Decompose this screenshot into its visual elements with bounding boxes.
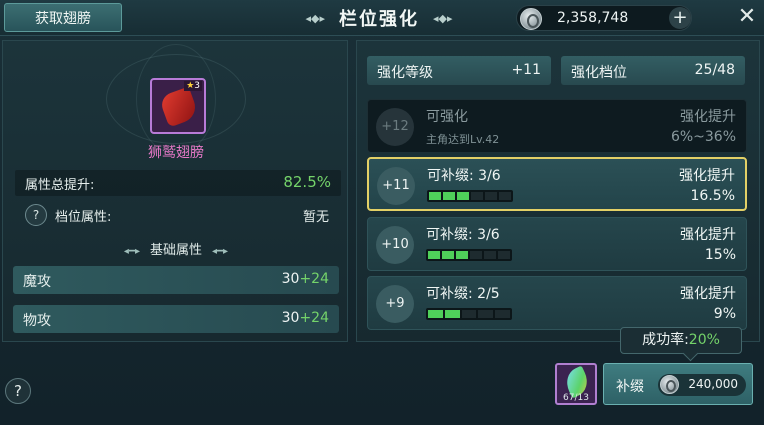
star-level-badge: ★3 xyxy=(184,81,202,91)
wing-icon xyxy=(158,86,200,128)
progress-segment xyxy=(484,251,496,259)
currency-display: 2,358,748 + xyxy=(516,5,692,31)
material-count: 67/13 xyxy=(563,393,589,403)
total-boost-value: 82.5% xyxy=(283,173,331,191)
title-left-ornament-icon: ◂◆▸ xyxy=(305,11,325,25)
repair-cost: 240,000 xyxy=(658,374,746,396)
help-button[interactable]: ? xyxy=(5,378,31,404)
tier-title: 可补缀: 2/5 xyxy=(426,286,500,302)
success-rate-label: 成功率: xyxy=(642,332,689,348)
tier-progress-bar xyxy=(426,308,512,320)
tier-title: 可补缀: 3/6 xyxy=(426,227,500,243)
header-right-ornament-icon: ◂━▸ xyxy=(212,246,229,257)
tier-progress-bar xyxy=(426,249,512,261)
tier-bonus-value: 15% xyxy=(704,247,736,263)
progress-segment xyxy=(478,310,494,318)
progress-segment xyxy=(495,310,510,318)
total-boost-label: 属性总提升: xyxy=(25,178,95,193)
enhance-level-value: +11 xyxy=(511,62,541,78)
tier-title: 可补缀: 3/6 xyxy=(427,168,501,184)
progress-segment xyxy=(485,192,497,200)
slot-attribute-value: 暂无 xyxy=(302,210,329,225)
tier-level-badge: +11 xyxy=(377,167,415,205)
tier-title: 可强化 xyxy=(426,109,468,125)
progress-segment xyxy=(442,251,454,259)
attribute-base-value: 30 xyxy=(281,310,300,326)
tier-bonus-value: 6%~36% xyxy=(670,129,736,145)
progress-segment xyxy=(498,251,510,259)
tier-bonus-label: 强化提升 xyxy=(680,227,736,243)
slot-attribute-label: 档位属性: xyxy=(55,210,112,225)
title-area: ◂◆▸ 栏位强化 ◂◆▸ xyxy=(296,4,462,32)
success-rate-value: 20% xyxy=(688,332,720,348)
base-attribute-row: 物攻 30+24 xyxy=(13,305,339,333)
progress-segment xyxy=(444,310,460,318)
enhance-panel: 强化等级 +11 强化档位 25/48 +12 可强化 主角达到Lv.42 强化… xyxy=(356,40,760,342)
tier-requirement: 主角达到Lv.42 xyxy=(426,133,500,146)
enhance-level-box: 强化等级 +11 xyxy=(367,56,551,85)
tier-bonus-label: 强化提升 xyxy=(680,286,736,302)
base-attributes-header: ◂━▸ 基础属性 ◂━▸ xyxy=(3,239,349,258)
progress-segment xyxy=(471,192,483,200)
attribute-base-value: 30 xyxy=(281,271,300,287)
enhance-window: 获取翅膀 ◂◆▸ 栏位强化 ◂◆▸ 2,358,748 + ✕ ★3 狮鹫翅膀 … xyxy=(0,0,764,425)
material-slot[interactable]: 67/13 xyxy=(555,363,597,405)
star-count: 3 xyxy=(194,81,200,91)
currency-value: 2,358,748 xyxy=(557,10,629,26)
attribute-bonus-value: +24 xyxy=(299,310,329,326)
page-title: 栏位强化 xyxy=(339,9,419,30)
wing-item-slot[interactable]: ★3 xyxy=(150,78,206,134)
tier-progress-bar xyxy=(427,190,513,202)
item-name: 狮鹫翅膀 xyxy=(148,145,204,161)
tier-bonus-label: 强化提升 xyxy=(680,109,736,125)
enhance-slot-label: 强化档位 xyxy=(571,65,627,81)
attribute-value: 30+24 xyxy=(282,271,329,287)
attribute-bonus-value: +24 xyxy=(299,271,329,287)
progress-segment xyxy=(457,192,469,200)
tier-bonus-label: 强化提升 xyxy=(679,168,735,184)
repair-label: 补缀 xyxy=(616,379,644,395)
progress-segment xyxy=(428,310,443,318)
total-boost-row: 属性总提升: 82.5% xyxy=(15,170,341,196)
header-left-ornament-icon: ◂━▸ xyxy=(123,246,140,257)
close-button[interactable]: ✕ xyxy=(734,4,760,30)
silver-coin-icon xyxy=(520,8,542,30)
progress-segment xyxy=(456,251,468,259)
title-right-ornament-icon: ◂◆▸ xyxy=(433,11,453,25)
enhance-slot-box: 强化档位 25/48 xyxy=(561,56,745,85)
progress-segment xyxy=(461,310,477,318)
slot-attribute-icon[interactable]: ? xyxy=(25,204,47,226)
attribute-name: 魔攻 xyxy=(23,274,51,290)
tier-level-badge: +10 xyxy=(376,226,414,264)
tier-bonus-value: 16.5% xyxy=(690,188,735,204)
tier-level-badge: +12 xyxy=(376,108,414,146)
get-wings-button[interactable]: 获取翅膀 xyxy=(4,3,122,32)
tier-row-selected[interactable]: +11 可补缀: 3/6 强化提升 16.5% xyxy=(367,157,747,211)
tier-row[interactable]: +10 可补缀: 3/6 强化提升 15% xyxy=(367,217,747,271)
top-bar: 获取翅膀 ◂◆▸ 栏位强化 ◂◆▸ 2,358,748 + ✕ xyxy=(0,0,764,36)
enhance-level-label: 强化等级 xyxy=(377,65,433,81)
attribute-value: 30+24 xyxy=(282,310,329,326)
silver-coin-icon xyxy=(660,375,679,394)
repair-button[interactable]: 补缀 240,000 xyxy=(603,363,753,405)
base-attribute-row: 魔攻 30+24 xyxy=(13,266,339,294)
progress-segment xyxy=(470,251,482,259)
add-currency-button[interactable]: + xyxy=(669,7,691,29)
progress-segment xyxy=(499,192,511,200)
item-info-panel: ★3 狮鹫翅膀 属性总提升: 82.5% ? 档位属性: 暂无 ◂━▸ 基础属性 ◂… xyxy=(2,40,348,342)
enhance-slot-value: 25/48 xyxy=(694,62,735,78)
tier-row[interactable]: +9 可补缀: 2/5 强化提升 9% xyxy=(367,276,747,330)
tier-bonus-value: 9% xyxy=(713,306,736,322)
success-rate-tooltip: 成功率:20% xyxy=(620,327,742,354)
base-attributes-title: 基础属性 xyxy=(149,243,202,258)
tier-row-locked[interactable]: +12 可强化 主角达到Lv.42 强化提升 6%~36% xyxy=(367,99,747,153)
slot-attribute-row[interactable]: ? 档位属性: 暂无 xyxy=(15,202,341,228)
progress-segment xyxy=(429,192,441,200)
repair-cost-value: 240,000 xyxy=(688,377,738,391)
tier-level-badge: +9 xyxy=(376,285,414,323)
progress-segment xyxy=(443,192,455,200)
attribute-name: 物攻 xyxy=(23,313,51,329)
progress-segment xyxy=(428,251,440,259)
